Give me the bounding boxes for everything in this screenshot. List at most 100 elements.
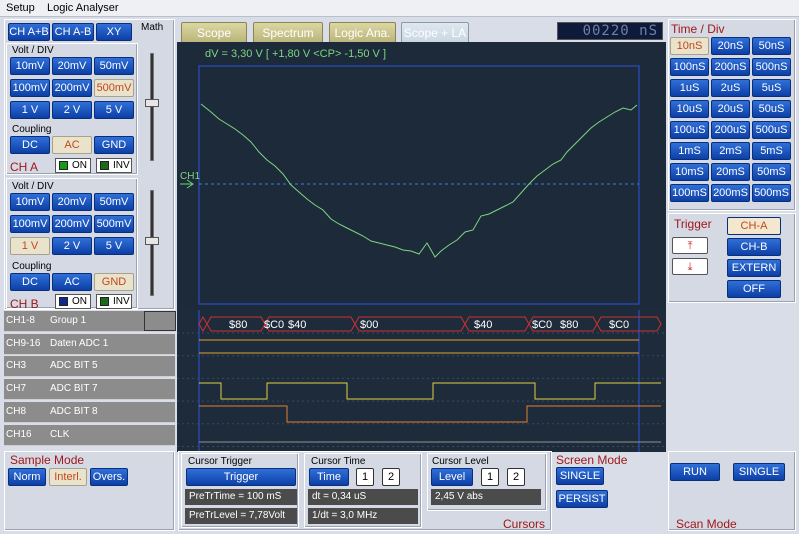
time-div-3[interactable]: 100nS — [670, 58, 709, 76]
chb-volt-3[interactable]: 100mV — [10, 215, 50, 233]
cha-volt-7[interactable]: 2 V — [52, 101, 92, 119]
cha-volt-6[interactable]: 1 V — [10, 101, 50, 119]
chb-volt-8[interactable]: 5 V — [94, 237, 134, 255]
la-row-channel: CH1-8 — [6, 315, 35, 326]
tab-ch-a-plus-b[interactable]: CH A+B — [8, 23, 50, 41]
chb-volt-4[interactable]: 200mV — [52, 215, 92, 233]
time-div-13[interactable]: 200uS — [711, 121, 750, 139]
menu-logic-analyser[interactable]: Logic Analyser — [47, 2, 119, 14]
time-div-12[interactable]: 100uS — [670, 121, 709, 139]
chb-coupling-ac[interactable]: AC — [52, 273, 92, 291]
cha-coupling-ac[interactable]: AC — [52, 136, 92, 154]
cursor-level-2-button[interactable]: 2 — [507, 468, 525, 486]
cursor-level-1-button[interactable]: 1 — [481, 468, 499, 486]
cursor-time-2-button[interactable]: 2 — [382, 468, 400, 486]
la-row[interactable]: CH16 CLK — [4, 424, 175, 446]
cha-offset-thumb[interactable] — [145, 99, 159, 107]
tab-spectrum[interactable]: Spectrum — [253, 22, 323, 44]
la-row-name: ADC BIT 5 — [50, 360, 98, 372]
time-div-9[interactable]: 10uS — [670, 100, 709, 118]
time-div-19[interactable]: 20mS — [711, 163, 750, 181]
chb-inv-checkbox[interactable]: INV — [96, 294, 132, 309]
cha-volt-3[interactable]: 100mV — [10, 79, 50, 97]
la-row[interactable]: CH9-16 Daten ADC 1 — [4, 333, 175, 355]
scan-mode-title: Scan Mode — [676, 517, 737, 531]
time-div-7[interactable]: 2uS — [711, 79, 750, 97]
trigger-ch-a[interactable]: CH-A — [727, 217, 781, 235]
chb-offset-thumb[interactable] — [145, 237, 159, 245]
scan-run-button[interactable]: RUN — [670, 463, 720, 481]
cha-volt-8[interactable]: 5 V — [94, 101, 134, 119]
menu-setup[interactable]: Setup — [6, 2, 35, 14]
la-row[interactable]: CH3 ADC BIT 5 — [4, 356, 175, 378]
scan-single-button[interactable]: SINGLE — [733, 463, 785, 481]
chb-on-checkbox[interactable]: ON — [55, 294, 91, 309]
screen-persist-button[interactable]: PERSIST — [556, 490, 608, 508]
chb-on-label: ON — [72, 296, 87, 307]
tab-scope[interactable]: Scope — [181, 22, 247, 44]
chb-coupling-gnd[interactable]: GND — [94, 273, 134, 291]
la-row-name: CLK — [50, 428, 70, 440]
cha-volt-1[interactable]: 20mV — [52, 57, 92, 75]
screen-single-button[interactable]: SINGLE — [556, 467, 604, 485]
time-div-4[interactable]: 200nS — [711, 58, 750, 76]
la-row[interactable]: CH7 ADC BIT 7 — [4, 379, 175, 401]
time-div-11[interactable]: 50uS — [752, 100, 791, 118]
chb-volt-7[interactable]: 2 V — [52, 237, 92, 255]
time-div-18[interactable]: 10mS — [670, 163, 709, 181]
trigger-extern[interactable]: EXTERN — [727, 259, 781, 277]
la-group-expander[interactable] — [144, 311, 176, 331]
cha-coupling-dc[interactable]: DC — [10, 136, 50, 154]
sample-interleaved[interactable]: Interl. — [49, 468, 87, 486]
cursor-time-1-button[interactable]: 1 — [356, 468, 374, 486]
cha-volt-2[interactable]: 50mV — [94, 57, 134, 75]
cha-on-checkbox[interactable]: ON — [55, 158, 91, 173]
sample-oversampling[interactable]: Overs. — [90, 468, 128, 486]
chb-inv-label: INV — [113, 296, 130, 307]
cha-volt-5[interactable]: 500mV — [94, 79, 134, 97]
cursors-label: Cursors — [503, 517, 546, 531]
chb-volt-2[interactable]: 50mV — [94, 193, 134, 211]
cursor-inverse-dt: 1/dt = 3,0 MHz — [308, 508, 418, 524]
trigger-off[interactable]: OFF — [727, 280, 781, 298]
tab-logic-analyser[interactable]: Logic Ana. — [329, 22, 396, 44]
time-div-6[interactable]: 1uS — [670, 79, 709, 97]
time-div-5[interactable]: 500nS — [752, 58, 791, 76]
cursor-time-title: Cursor Time — [311, 456, 366, 467]
trigger-falling-edge-button[interactable]: ⤓ — [672, 258, 708, 275]
cursor-trigger-button[interactable]: Trigger — [186, 468, 296, 486]
tab-scope-la[interactable]: Scope + LA — [401, 22, 469, 44]
time-div-0[interactable]: 10nS — [670, 37, 709, 55]
time-div-16[interactable]: 2mS — [711, 142, 750, 160]
trigger-ch-b[interactable]: CH-B — [727, 238, 781, 256]
time-div-17[interactable]: 5mS — [752, 142, 791, 160]
chb-coupling-dc[interactable]: DC — [10, 273, 50, 291]
sample-norm[interactable]: Norm — [8, 468, 46, 486]
cha-volt-0[interactable]: 10mV — [10, 57, 50, 75]
trigger-rising-edge-button[interactable]: ⤒ — [672, 237, 708, 254]
time-div-15[interactable]: 1mS — [670, 142, 709, 160]
tab-ch-a-minus-b[interactable]: CH A-B — [52, 23, 94, 41]
time-div-21[interactable]: 100mS — [670, 184, 709, 202]
cursor-time-button[interactable]: Time — [309, 468, 349, 486]
chb-volt-6[interactable]: 1 V — [10, 237, 50, 255]
time-div-1[interactable]: 20nS — [711, 37, 750, 55]
time-div-20[interactable]: 50mS — [752, 163, 791, 181]
time-div-23[interactable]: 500mS — [752, 184, 791, 202]
time-div-10[interactable]: 20uS — [711, 100, 750, 118]
time-div-8[interactable]: 5uS — [752, 79, 791, 97]
cha-coupling-gnd[interactable]: GND — [94, 136, 134, 154]
la-row[interactable]: CH8 ADC BIT 8 — [4, 401, 175, 423]
cha-offset-slider[interactable] — [150, 53, 154, 161]
time-div-14[interactable]: 500uS — [752, 121, 791, 139]
time-div-2[interactable]: 50nS — [752, 37, 791, 55]
cha-volt-4[interactable]: 200mV — [52, 79, 92, 97]
cursor-level-button[interactable]: Level — [431, 468, 473, 486]
time-div-22[interactable]: 200mS — [711, 184, 750, 202]
chb-volt-0[interactable]: 10mV — [10, 193, 50, 211]
tab-xy[interactable]: XY — [96, 23, 132, 41]
chb-volt-5[interactable]: 500mV — [94, 215, 134, 233]
chb-volt-1[interactable]: 20mV — [52, 193, 92, 211]
cha-inv-checkbox[interactable]: INV — [96, 158, 132, 173]
timebase-display: 00220 nS — [557, 22, 663, 40]
